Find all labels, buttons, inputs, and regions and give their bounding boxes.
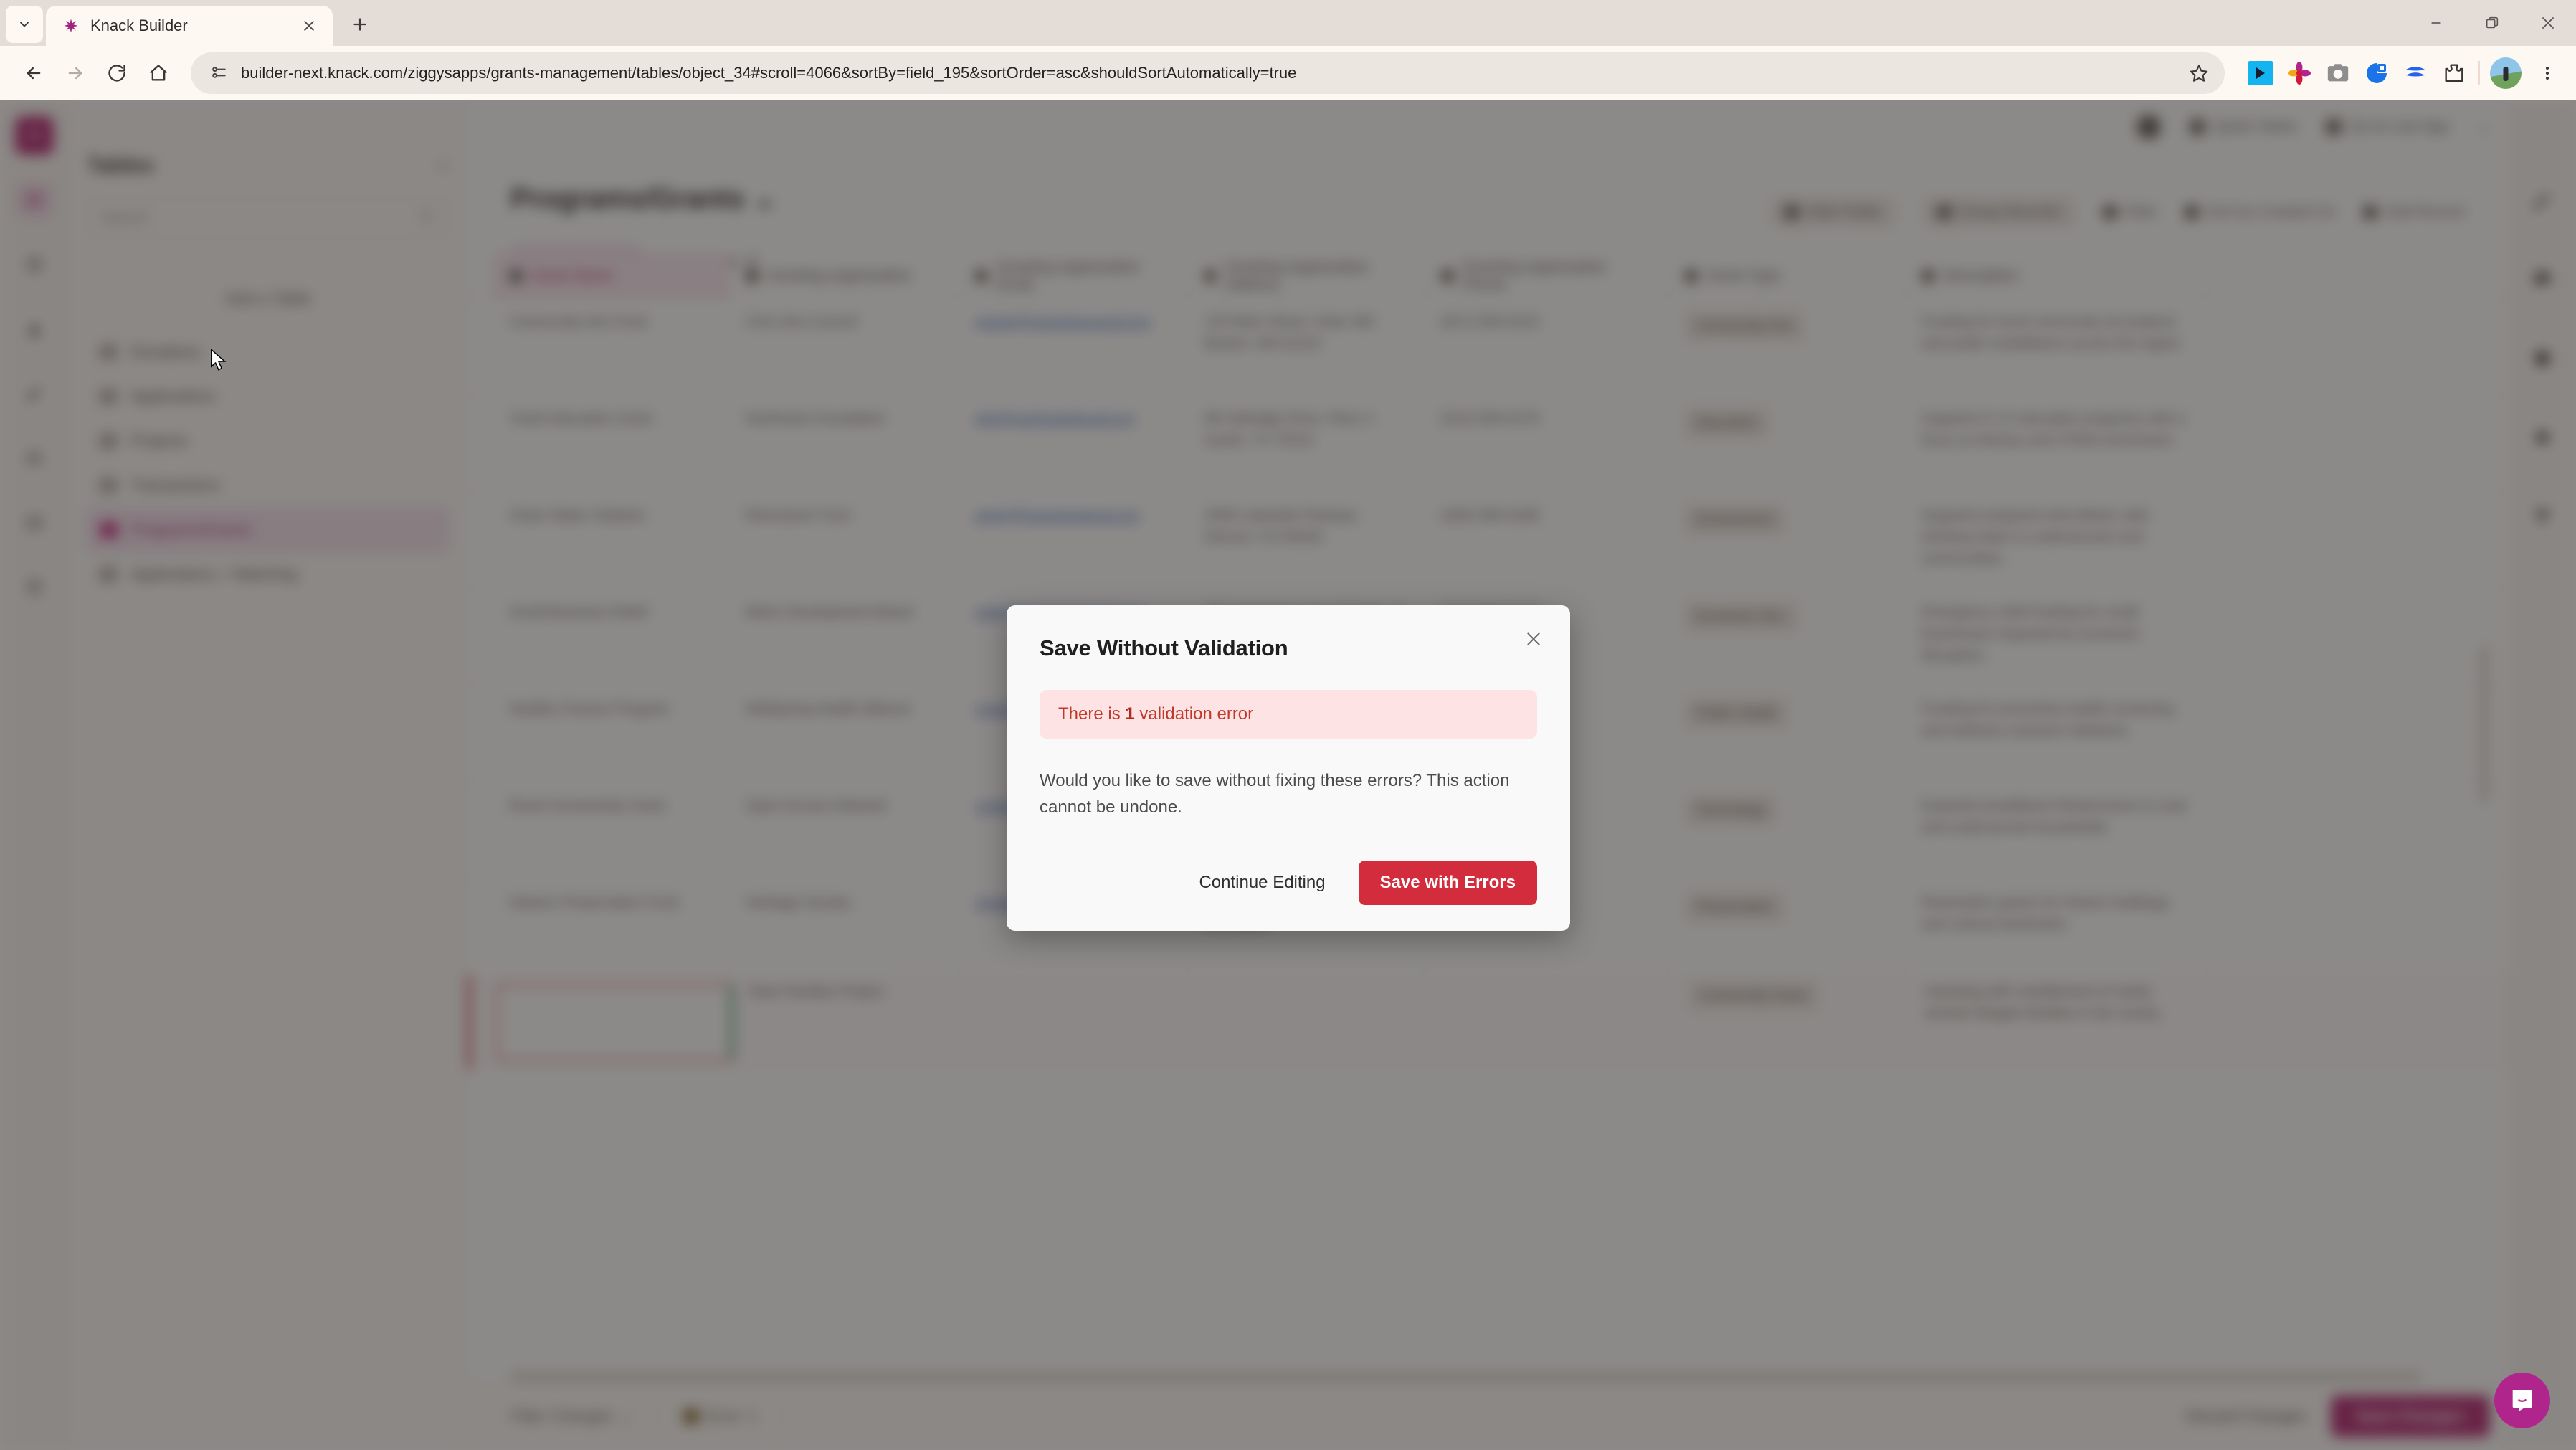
error-suffix: validation error <box>1134 704 1254 724</box>
browser-window: Knack Builder builder-next.knack.com/zig… <box>0 0 2576 1450</box>
intercom-chat-icon[interactable] <box>2494 1373 2550 1428</box>
browser-tab[interactable]: Knack Builder <box>46 6 333 46</box>
extensions-row <box>2236 57 2563 89</box>
validation-error-banner: There is 1 validation error <box>1040 690 1537 739</box>
forward-arrow-icon[interactable] <box>54 52 96 94</box>
continue-editing-button[interactable]: Continue Editing <box>1184 861 1339 904</box>
knack-asterisk-icon <box>62 16 80 35</box>
kebab-menu-icon[interactable] <box>2532 57 2563 89</box>
save-with-errors-button[interactable]: Save with Errors <box>1358 861 1537 905</box>
dialog-title: Save Without Validation <box>1040 635 1288 660</box>
toolbar-divider <box>2478 61 2480 85</box>
page-info-icon[interactable] <box>209 63 229 83</box>
star-icon[interactable] <box>2189 63 2209 83</box>
screenshot-camera-icon[interactable] <box>2324 59 2352 87</box>
profile-avatar[interactable] <box>2490 57 2522 89</box>
browser-toolbar: builder-next.knack.com/ziggysapps/grants… <box>0 46 2576 100</box>
address-bar[interactable]: builder-next.knack.com/ziggysapps/grants… <box>191 52 2225 94</box>
url-text: builder-next.knack.com/ziggysapps/grants… <box>241 64 1297 82</box>
error-count: 1 <box>1125 704 1135 724</box>
dialog-actions: Continue Editing Save with Errors <box>1184 861 1537 905</box>
error-prefix: There is <box>1058 704 1126 724</box>
save-without-validation-dialog: Save Without Validation There is 1 valid… <box>1007 605 1570 931</box>
back-arrow-icon[interactable] <box>13 52 54 94</box>
extension-flower-icon[interactable] <box>2285 59 2314 87</box>
close-icon[interactable] <box>1521 627 1546 651</box>
maximize-icon[interactable] <box>2464 0 2520 46</box>
tab-title: Knack Builder <box>90 16 188 34</box>
tab-search-button[interactable] <box>6 6 43 43</box>
window-controls <box>2408 0 2576 46</box>
reload-icon[interactable] <box>96 52 138 94</box>
new-tab-button[interactable] <box>343 7 377 42</box>
minimize-icon[interactable] <box>2408 0 2464 46</box>
extension-pie-icon[interactable] <box>2362 59 2391 87</box>
extension-blue-icon[interactable] <box>2246 59 2275 87</box>
extension-puzzle-icon[interactable] <box>2440 59 2468 87</box>
dialog-body-text: Would you like to save without fixing th… <box>1040 771 1510 818</box>
extension-wave-icon[interactable] <box>2401 59 2430 87</box>
tab-strip: Knack Builder <box>0 0 2576 46</box>
tab-close-icon[interactable] <box>298 15 320 37</box>
close-icon[interactable] <box>2520 0 2576 46</box>
home-icon[interactable] <box>138 52 179 94</box>
mouse-pointer-icon <box>211 349 227 371</box>
